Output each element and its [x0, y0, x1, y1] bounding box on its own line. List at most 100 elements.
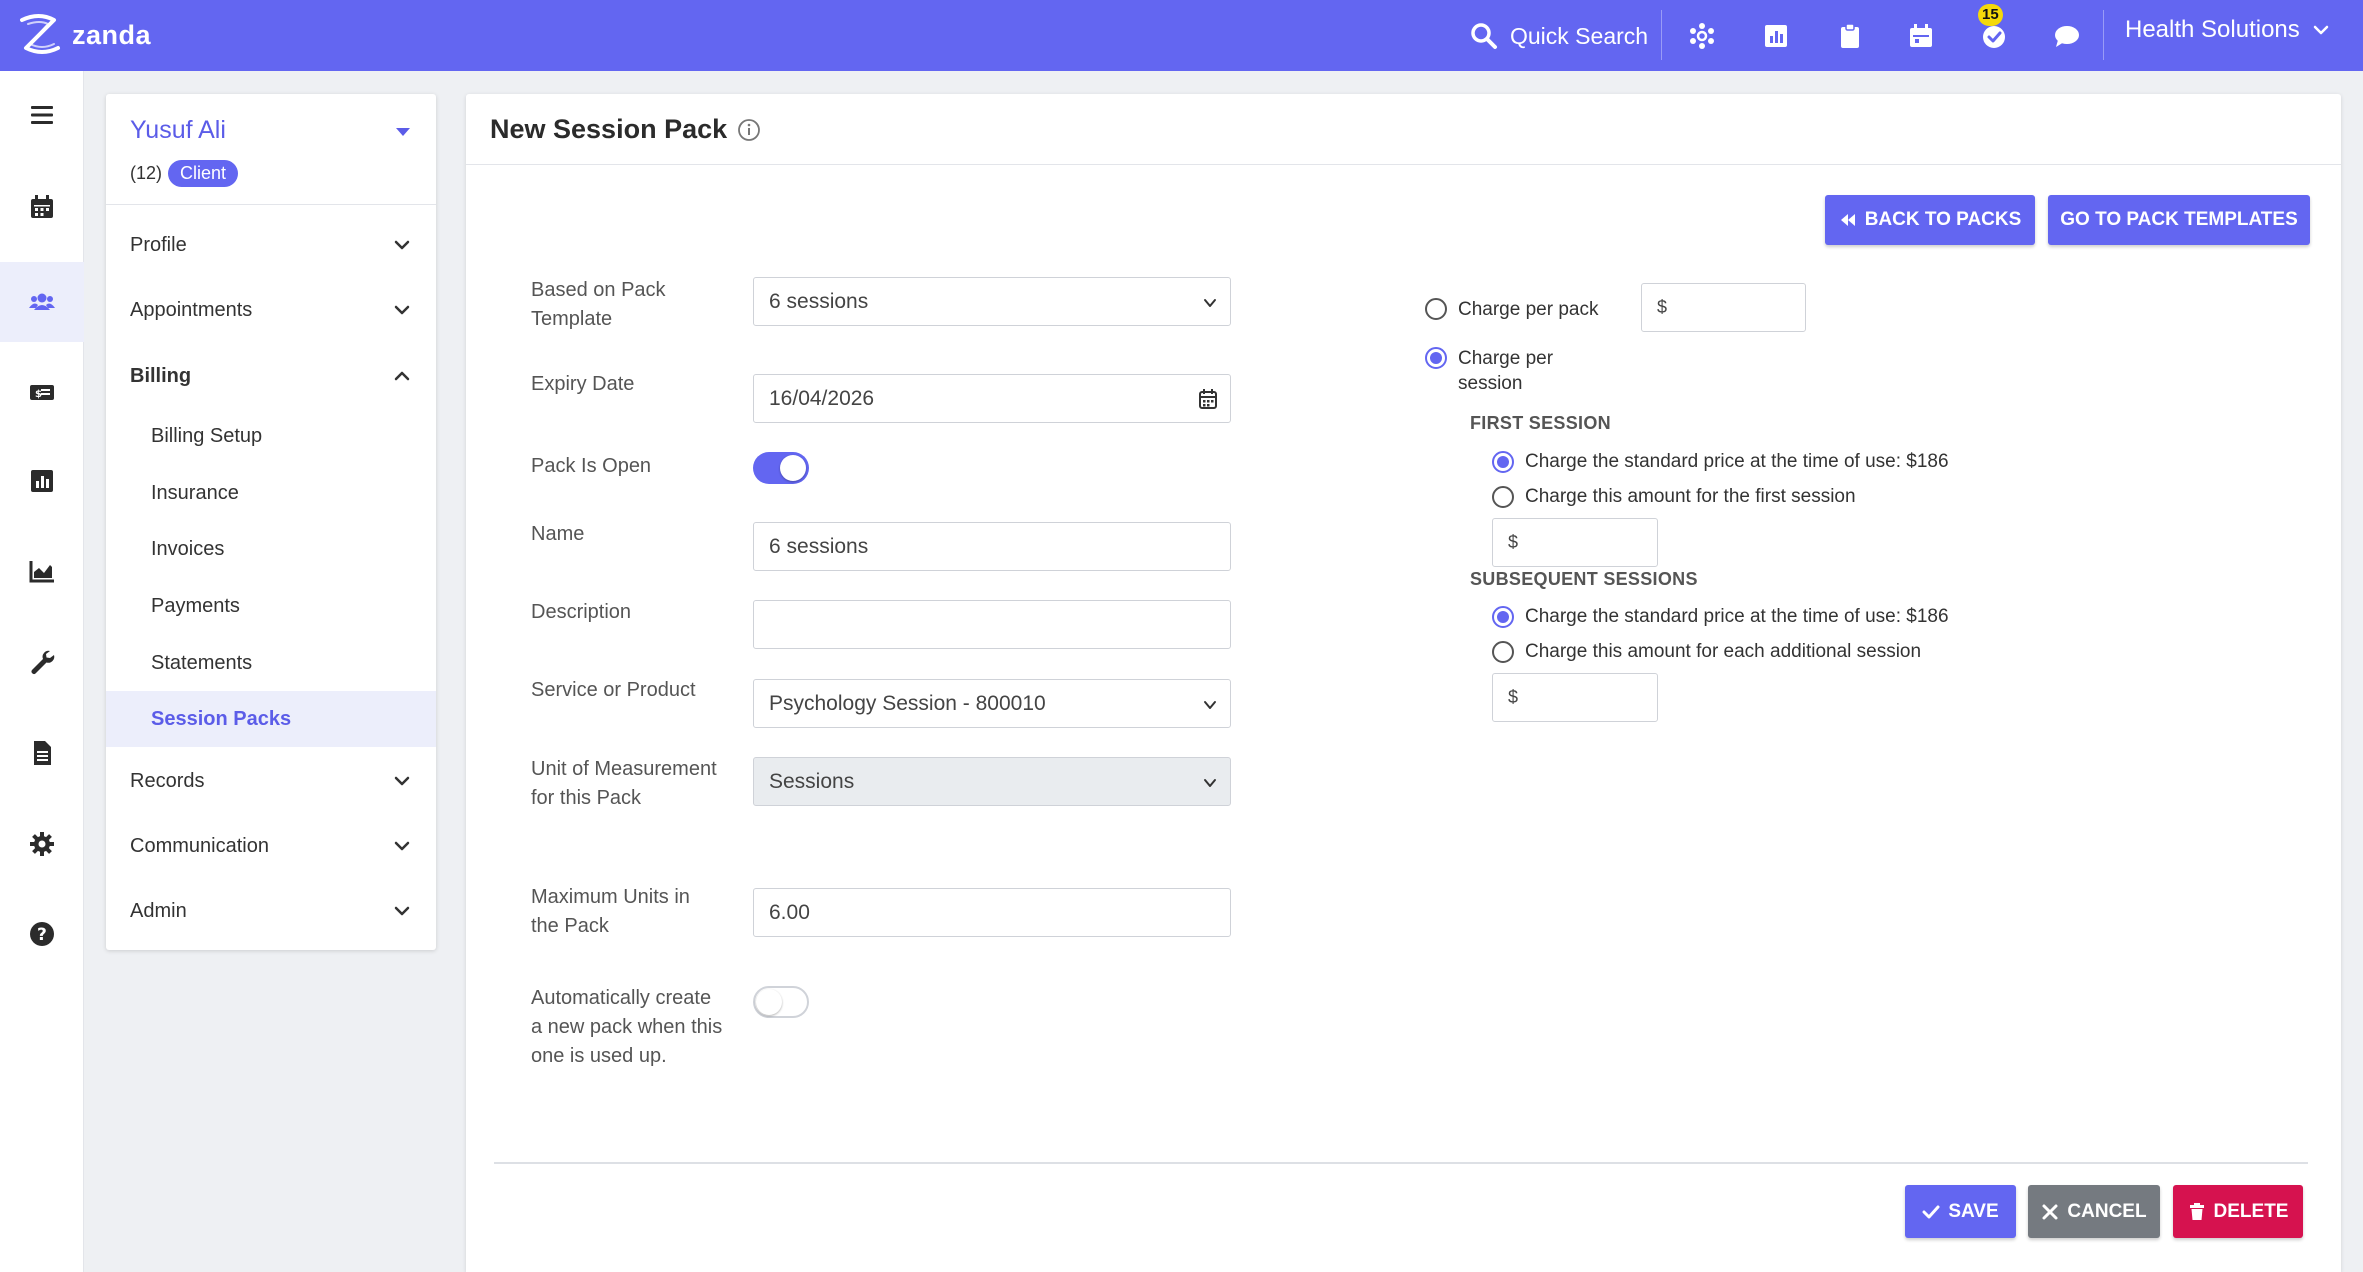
subsequent-standard-price-label: Charge the standard price at the time of… — [1525, 604, 1949, 629]
client-name[interactable]: Yusuf Ali — [130, 116, 226, 145]
subsequent-sessions-heading: SUBSEQUENT SESSIONS — [1470, 569, 1698, 589]
cancel-button[interactable]: CANCEL — [2028, 1185, 2160, 1238]
first-custom-amount-radio[interactable] — [1492, 486, 1514, 508]
nav-admin-label: Admin — [130, 899, 187, 922]
save-button[interactable]: SAVE — [1905, 1185, 2016, 1238]
nav-profile[interactable]: Profile — [106, 217, 436, 273]
zanda-logo[interactable]: zanda — [14, 10, 151, 60]
service-select[interactable]: Psychology Session - 800010 — [753, 679, 1231, 728]
expiry-date-value: 16/04/2026 — [769, 386, 875, 410]
nav-billing-setup[interactable]: Billing Setup — [106, 408, 436, 464]
pack-is-open-toggle[interactable] — [753, 452, 809, 484]
tasks-count-badge: 15 — [1978, 4, 2003, 26]
nav-admin[interactable]: Admin — [106, 883, 436, 939]
nav-appointments-label: Appointments — [130, 298, 253, 321]
pack-price-input[interactable]: $ — [1641, 283, 1806, 332]
rail-menu[interactable] — [0, 75, 84, 155]
template-select[interactable]: 6 sessions — [753, 277, 1231, 326]
money-bill-icon: $ — [30, 385, 54, 400]
chevron-down-icon — [2313, 25, 2329, 35]
description-input[interactable] — [753, 600, 1231, 649]
network-icon — [1690, 23, 1714, 49]
unit-of-measurement-value: Sessions — [769, 769, 855, 793]
rail-billing[interactable]: $ — [0, 352, 84, 432]
nav-payments[interactable]: Payments — [106, 578, 436, 634]
first-session-heading: FIRST SESSION — [1470, 413, 1611, 433]
rail-calendar[interactable] — [0, 167, 84, 247]
area-chart-icon — [29, 561, 54, 583]
subsequent-custom-amount-radio[interactable] — [1492, 641, 1514, 663]
service-select-value: Psychology Session - 800010 — [769, 691, 1046, 715]
rail-settings[interactable] — [0, 804, 84, 884]
currency-symbol: $ — [1657, 297, 1668, 317]
go-to-pack-templates-button[interactable]: GO TO PACK TEMPLATES — [2048, 195, 2310, 245]
icon-rail: $ ? — [0, 71, 84, 1272]
calendar-icon[interactable] — [1198, 388, 1218, 410]
toggle-knob — [756, 989, 782, 1015]
nav-insurance[interactable]: Insurance — [106, 465, 436, 521]
auto-create-label: Automatically create a new pack when thi… — [531, 987, 723, 1067]
go-to-pack-templates-label: GO TO PACK TEMPLATES — [2060, 209, 2298, 230]
client-id: (12) — [130, 163, 163, 183]
nav-billing-label: Billing — [130, 364, 192, 387]
nav-profile-label: Profile — [130, 233, 187, 256]
save-label: SAVE — [1948, 1200, 1999, 1222]
rail-clients[interactable] — [0, 262, 84, 342]
rail-help[interactable]: ? — [0, 894, 84, 974]
subsequent-standard-price-radio[interactable] — [1492, 606, 1514, 628]
chevron-down-icon — [1204, 779, 1216, 787]
nav-records[interactable]: Records — [106, 753, 436, 809]
expiry-date-input[interactable]: 16/04/2026 — [753, 374, 1231, 423]
name-input-value: 6 sessions — [769, 534, 869, 558]
clipboard-button[interactable] — [1833, 19, 1867, 53]
auto-create-toggle[interactable] — [753, 986, 809, 1018]
charge-per-pack-radio[interactable] — [1425, 298, 1447, 320]
apps-button[interactable] — [1685, 19, 1719, 53]
nav-appointments[interactable]: Appointments — [106, 282, 436, 338]
divider — [106, 204, 436, 205]
delete-button[interactable]: DELETE — [2173, 1185, 2303, 1238]
charge-per-session-radio[interactable] — [1425, 347, 1447, 369]
messages-button[interactable] — [2050, 19, 2084, 53]
chevron-down-icon — [394, 240, 410, 250]
chevron-down-icon — [394, 906, 410, 916]
subsequent-session-amount-input[interactable]: $ — [1492, 673, 1658, 722]
expiry-date-label: Expiry Date — [531, 373, 635, 395]
charge-per-session-label: Charge per session — [1458, 348, 1554, 394]
subsequent-custom-amount-label: Charge this amount for each additional s… — [1525, 641, 1922, 662]
info-icon[interactable] — [737, 118, 761, 142]
cancel-label: CANCEL — [2067, 1200, 2147, 1222]
nav-communication[interactable]: Communication — [106, 818, 436, 874]
nav-billing[interactable]: Billing — [106, 348, 436, 404]
double-chevron-left-icon — [1840, 214, 1855, 226]
zanda-logo-icon — [20, 14, 60, 54]
calendar-button[interactable] — [1904, 19, 1938, 53]
max-units-input[interactable]: 6.00 — [753, 888, 1231, 937]
nav-session-packs[interactable]: Session Packs — [106, 691, 436, 747]
reports-button[interactable] — [1759, 19, 1793, 53]
svg-text:$: $ — [35, 389, 42, 400]
client-sidebar: Yusuf Ali (12) Client Profile Appointmen… — [106, 94, 436, 950]
nav-invoices[interactable]: Invoices — [106, 521, 436, 577]
first-standard-price-text: Charge the standard price at the time of… — [1525, 451, 1901, 472]
trash-icon — [2189, 1202, 2204, 1220]
nav-statements[interactable]: Statements — [106, 635, 436, 691]
subsequent-standard-price-text: Charge the standard price at the time of… — [1525, 606, 1901, 627]
rail-documents[interactable] — [0, 713, 84, 793]
document-icon — [34, 741, 51, 765]
rail-reports[interactable] — [0, 441, 84, 521]
quick-search[interactable]: Quick Search — [1470, 18, 1648, 54]
back-to-packs-label: BACK TO PACKS — [1864, 209, 2022, 230]
currency-symbol: $ — [1508, 687, 1519, 707]
wrench-icon — [31, 650, 55, 674]
name-input[interactable]: 6 sessions — [753, 522, 1231, 571]
currency-symbol: $ — [1508, 532, 1519, 552]
first-session-amount-input[interactable]: $ — [1492, 518, 1658, 567]
back-to-packs-button[interactable]: BACK TO PACKS — [1825, 195, 2035, 245]
rail-analytics[interactable] — [0, 531, 84, 611]
first-standard-price-radio[interactable] — [1492, 451, 1514, 473]
caret-down-icon[interactable] — [396, 128, 410, 136]
rail-tools[interactable] — [0, 622, 84, 702]
chevron-down-icon — [394, 776, 410, 786]
org-selector[interactable]: Health Solutions — [2125, 16, 2330, 44]
